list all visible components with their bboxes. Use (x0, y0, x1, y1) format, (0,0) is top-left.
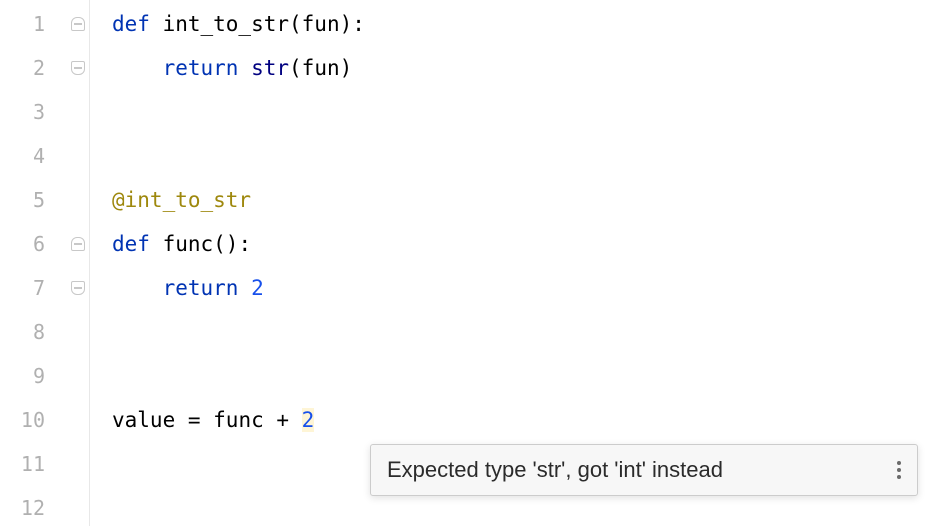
line-number: 10 (0, 398, 89, 442)
function-name: int_to_str (163, 12, 289, 36)
line-number: 6 (0, 222, 89, 266)
indent (112, 276, 163, 300)
warning-span: 2 (302, 408, 315, 432)
code-line[interactable] (112, 354, 928, 398)
line-number: 11 (0, 442, 89, 486)
code-line[interactable] (112, 90, 928, 134)
line-number-gutter: 1 2 3 4 5 6 7 8 9 10 11 12 (0, 0, 90, 526)
code-line[interactable]: value = func + 2 (112, 398, 928, 442)
number-literal: 2 (251, 276, 264, 300)
params: (): (213, 232, 251, 256)
code-line[interactable]: return 2 (112, 266, 928, 310)
line-number: 7 (0, 266, 89, 310)
keyword-return: return (163, 276, 252, 300)
params: (fun): (289, 12, 365, 36)
fold-end-icon[interactable] (71, 281, 85, 295)
line-number: 9 (0, 354, 89, 398)
keyword-def: def (112, 12, 163, 36)
fold-start-icon[interactable] (71, 17, 85, 31)
decorator: @int_to_str (112, 188, 251, 212)
code-editor[interactable]: def int_to_str(fun): return str(fun) @in… (90, 0, 928, 526)
line-number: 1 (0, 2, 89, 46)
fold-end-icon[interactable] (71, 61, 85, 75)
function-name: func (163, 232, 214, 256)
builtin-str: str (251, 56, 289, 80)
inspection-tooltip[interactable]: Expected type 'str', got 'int' instead (370, 444, 918, 496)
code-line[interactable]: return str(fun) (112, 46, 928, 90)
operator: + (264, 408, 302, 432)
more-actions-icon[interactable] (897, 461, 901, 479)
indent (112, 56, 163, 80)
line-number: 8 (0, 310, 89, 354)
tooltip-message: Expected type 'str', got 'int' instead (387, 457, 881, 483)
line-number: 12 (0, 486, 89, 530)
code-line[interactable]: def int_to_str(fun): (112, 2, 928, 46)
function-ref: func (213, 408, 264, 432)
fold-start-icon[interactable] (71, 237, 85, 251)
keyword-return: return (163, 56, 252, 80)
code-line[interactable] (112, 310, 928, 354)
line-number: 2 (0, 46, 89, 90)
line-number: 5 (0, 178, 89, 222)
call-args: (fun) (289, 56, 352, 80)
code-line[interactable] (112, 134, 928, 178)
code-line[interactable]: @int_to_str (112, 178, 928, 222)
line-number: 3 (0, 90, 89, 134)
code-line[interactable]: def func(): (112, 222, 928, 266)
assignment-lhs: value = (112, 408, 213, 432)
line-number: 4 (0, 134, 89, 178)
keyword-def: def (112, 232, 163, 256)
